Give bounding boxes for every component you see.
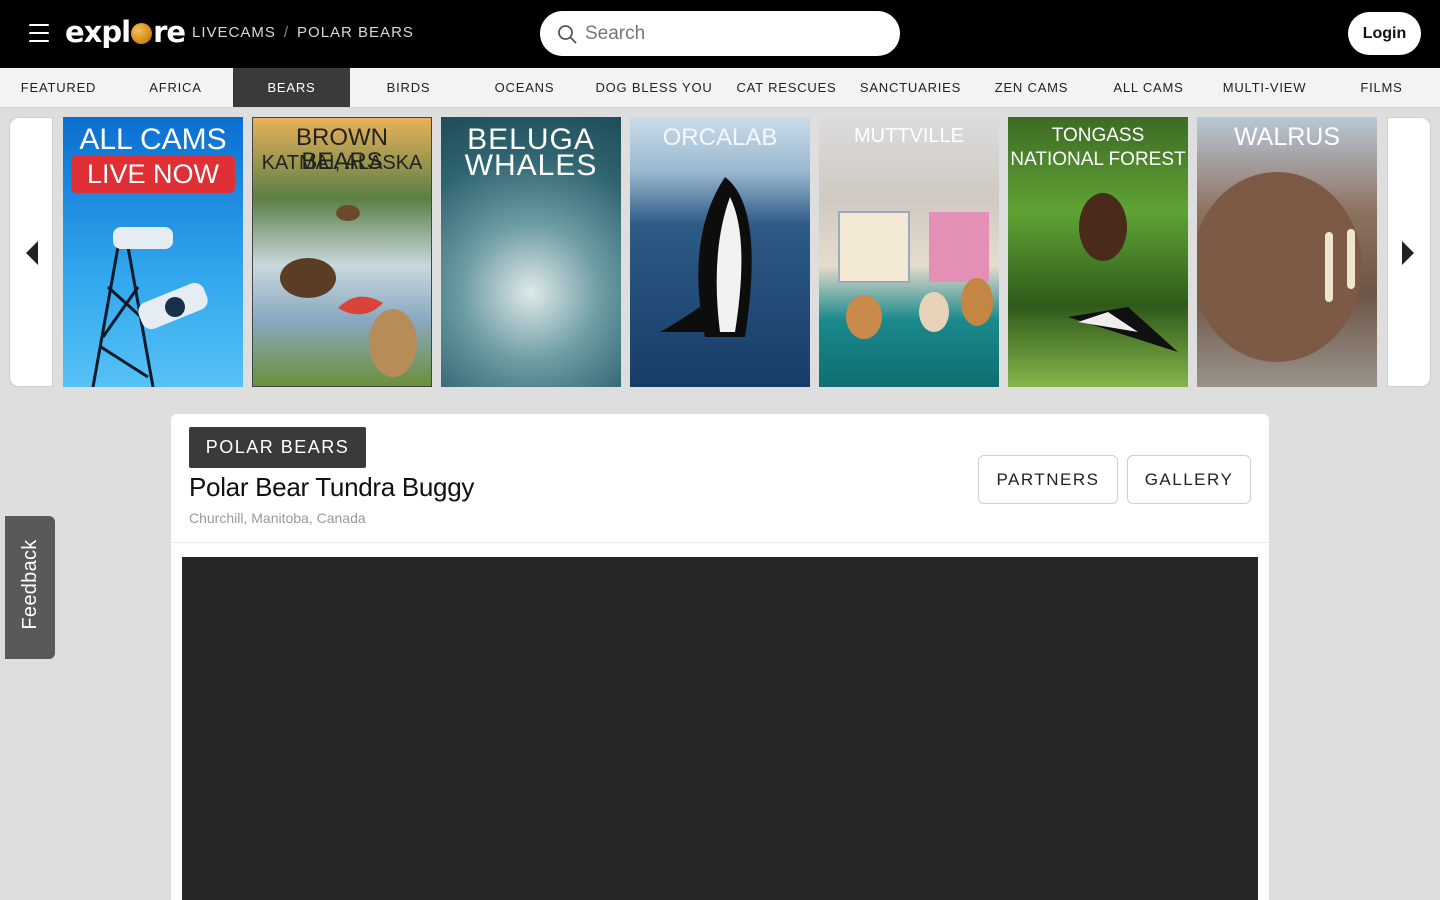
tab-cat-rescues[interactable]: CAT RESCUES bbox=[728, 68, 845, 107]
category-nav: FEATURED AFRICA BEARS BIRDS OCEANS DOG B… bbox=[0, 68, 1440, 108]
bears-illustration bbox=[280, 205, 417, 377]
carousel-tile-tongass[interactable]: TONGASS NATIONAL FOREST bbox=[1008, 117, 1188, 387]
camera-tower-icon bbox=[91, 227, 208, 387]
dogs-illustration bbox=[838, 211, 993, 339]
tile-title: ALL CAMS bbox=[79, 123, 227, 156]
tab-multi-view[interactable]: MULTI-VIEW bbox=[1206, 68, 1323, 107]
explore-logo[interactable]: expl re bbox=[65, 14, 186, 50]
forest-bear-illustration bbox=[1068, 193, 1178, 352]
tab-birds[interactable]: BIRDS bbox=[350, 68, 467, 107]
walrus-illustration bbox=[1197, 172, 1362, 362]
tab-sanctuaries[interactable]: SANCTUARIES bbox=[852, 68, 969, 107]
carousel-tile-brown-bears[interactable]: BROWN BEARS KATMAI, ALASKA bbox=[252, 117, 432, 387]
video-player[interactable] bbox=[182, 557, 1258, 900]
partners-button[interactable]: PARTNERS bbox=[978, 455, 1118, 504]
tab-dog-bless-you[interactable]: DOG BLESS YOU bbox=[594, 68, 714, 107]
cam-title: Polar Bear Tundra Buggy bbox=[189, 472, 475, 502]
search-input[interactable] bbox=[585, 20, 885, 47]
breadcrumb: LIVECAMS / POLAR BEARS bbox=[192, 24, 414, 41]
orca-illustration bbox=[660, 177, 752, 337]
tab-films[interactable]: FILMS bbox=[1323, 68, 1440, 107]
carousel-prev-button[interactable] bbox=[9, 117, 53, 387]
tab-featured[interactable]: FEATURED bbox=[0, 68, 117, 107]
carousel-tile-walrus[interactable]: WALRUS bbox=[1197, 117, 1377, 387]
menu-icon[interactable] bbox=[29, 24, 49, 42]
globe-icon bbox=[131, 23, 153, 44]
gallery-button[interactable]: GALLERY bbox=[1127, 455, 1251, 504]
breadcrumb-separator: / bbox=[283, 24, 290, 41]
arrow-right-icon bbox=[1402, 241, 1414, 265]
cam-card: POLAR BEARS Polar Bear Tundra Buggy Chur… bbox=[171, 414, 1269, 900]
logo-text-end: re bbox=[153, 15, 186, 49]
feedback-tab[interactable]: Feedback bbox=[5, 516, 55, 659]
category-badge[interactable]: POLAR BEARS bbox=[189, 427, 366, 468]
breadcrumb-polar-bears[interactable]: POLAR BEARS bbox=[297, 24, 414, 41]
carousel-tile-orcalab[interactable]: ORCALAB bbox=[630, 117, 810, 387]
carousel-tile-muttville[interactable]: MUTTVILLE bbox=[819, 117, 999, 387]
cam-location: Churchill, Manitoba, Canada bbox=[189, 510, 366, 526]
carousel-tile-all-cams[interactable]: ALL CAMS LIVE NOW bbox=[63, 117, 243, 387]
breadcrumb-livecams[interactable]: LIVECAMS bbox=[192, 24, 276, 41]
top-bar: explre LIVECAMS / POLAR BEARS Login bbox=[0, 0, 1440, 68]
arrow-left-icon bbox=[26, 241, 38, 265]
tile-subtitle: WHALES bbox=[464, 149, 598, 182]
carousel-tile-beluga-whales[interactable]: BELUGA WHALES bbox=[441, 117, 621, 387]
tab-oceans[interactable]: OCEANS bbox=[466, 68, 583, 107]
tab-africa[interactable]: AFRICA bbox=[117, 68, 234, 107]
cam-header: POLAR BEARS Polar Bear Tundra Buggy Chur… bbox=[171, 414, 1269, 543]
search-box[interactable] bbox=[540, 11, 900, 56]
search-icon bbox=[558, 25, 577, 44]
feedback-label: Feedback bbox=[19, 539, 41, 630]
tab-zen-cams[interactable]: ZEN CAMS bbox=[973, 68, 1090, 107]
login-button[interactable]: Login bbox=[1348, 12, 1421, 55]
tab-bears[interactable]: BEARS bbox=[233, 68, 350, 107]
carousel-next-button[interactable] bbox=[1387, 117, 1431, 387]
logo-text-start: expl bbox=[65, 15, 131, 49]
tab-all-cams[interactable]: ALL CAMS bbox=[1090, 68, 1207, 107]
